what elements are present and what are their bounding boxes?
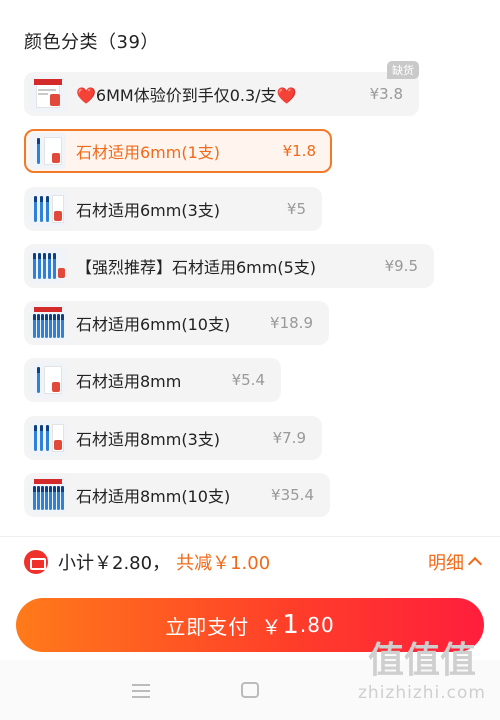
variant-option-6mm-1[interactable]: 石材适用6mm(1支) ¥1.8 [24, 129, 332, 173]
pay-button-label: 立即支付 [165, 614, 250, 639]
pay-currency: ￥ [261, 614, 283, 639]
variant-label: 石材适用8mm(10支) [76, 487, 231, 506]
variant-option-8mm-10[interactable]: 石材适用8mm(10支) ¥35.4 [24, 473, 330, 517]
variant-price: ¥18.9 [270, 314, 313, 332]
variant-thumbnail [30, 191, 66, 227]
variant-label: 石材适用6mm(10支) [76, 315, 231, 334]
variant-thumbnail [30, 362, 66, 398]
variant-label: 石材适用6mm(3支) [76, 201, 221, 220]
coupon-ticket-icon [24, 549, 48, 574]
variant-price: ¥5 [286, 200, 306, 218]
variant-price: ¥35.4 [271, 486, 314, 504]
variant-price: ¥7.9 [272, 429, 306, 447]
variant-option-6mm-3[interactable]: 石材适用6mm(3支) ¥5 [24, 187, 322, 231]
variant-option-6mm-10[interactable]: 石材适用6mm(10支) ¥18.9 [24, 301, 329, 345]
menu-icon[interactable] [132, 684, 150, 702]
variant-thumbnail [30, 76, 66, 112]
variant-thumbnail [30, 133, 66, 169]
variant-label: 石材适用8mm(3支) [76, 430, 221, 449]
pay-amount-decimal: .80 [299, 613, 335, 637]
heart-icon: ❤️ [76, 86, 96, 105]
discount-text: 共减￥1.00 [176, 552, 271, 574]
pay-amount-integer: 1 [282, 610, 300, 640]
home-icon[interactable] [241, 682, 259, 698]
variant-price: ¥9.5 [384, 257, 418, 275]
watermark-chars: 值值值 [367, 640, 476, 681]
page-title: 颜色分类（39） [24, 32, 159, 53]
details-toggle[interactable]: 明细 [428, 549, 483, 575]
sold-out-badge: 缺货 [387, 61, 419, 79]
variant-option-8mm[interactable]: 石材适用8mm ¥5.4 [24, 358, 281, 402]
variant-label: 【强烈推荐】石材适用6mm(5支) [76, 258, 317, 277]
variant-thumbnail [30, 248, 66, 284]
variant-thumbnail [30, 420, 66, 456]
variant-thumbnail [30, 477, 66, 513]
heart-icon: ❤️ [276, 86, 297, 105]
variant-price: ¥3.8 [369, 85, 403, 103]
variant-option-promo[interactable]: ❤️6MM体验价到手仅0.3/支❤️ ¥3.8 [24, 72, 419, 116]
variant-label: 石材适用8mm [76, 372, 182, 391]
variant-option-6mm-5-recommended[interactable]: 【强烈推荐】石材适用6mm(5支) ¥9.5 [24, 244, 434, 288]
chevron-up-icon [467, 556, 483, 572]
subtotal-text: 小计￥2.80， [58, 552, 171, 574]
order-summary-bar: 小计￥2.80， 共减￥1.00 明细 [0, 536, 500, 586]
watermark-url: zhizhizhi.com [358, 683, 486, 703]
variant-thumbnail [30, 305, 66, 341]
watermark-logo: 值值值 zhizhizhi.com [352, 640, 492, 718]
variant-label: 石材适用6mm(1支) [76, 143, 221, 162]
variant-price: ¥5.4 [231, 371, 265, 389]
variant-price: ¥1.8 [282, 142, 316, 160]
variant-label: ❤️6MM体验价到手仅0.3/支❤️ [76, 86, 297, 105]
variant-option-8mm-3[interactable]: 石材适用8mm(3支) ¥7.9 [24, 416, 322, 460]
details-label: 明细 [428, 552, 464, 574]
